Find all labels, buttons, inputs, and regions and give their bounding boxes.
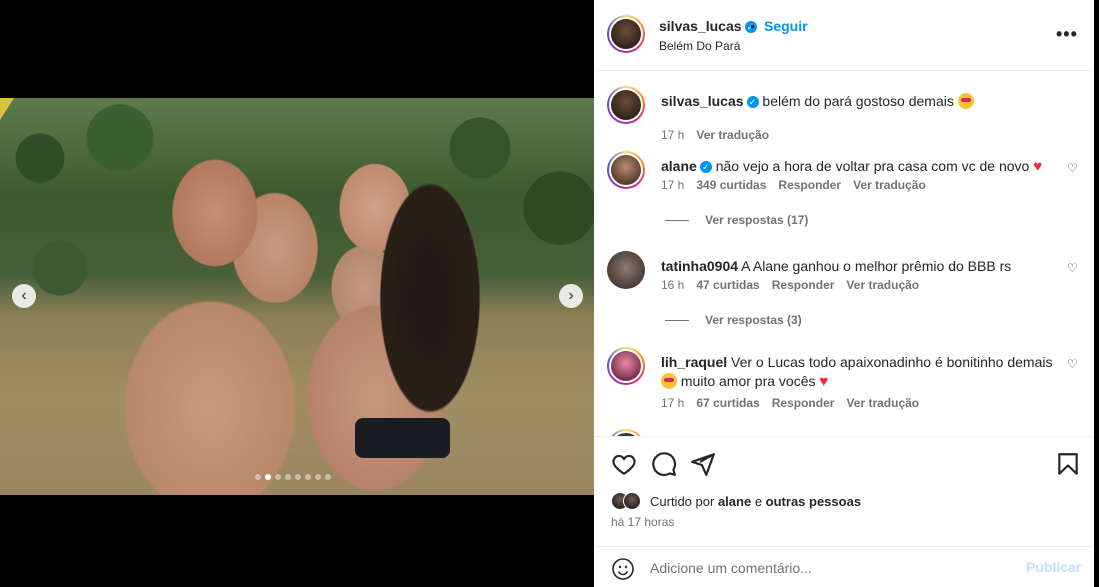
- post-time[interactable]: há 17 horas: [611, 515, 674, 529]
- translate-link[interactable]: Ver tradução: [853, 178, 926, 192]
- like-comment-heart-icon[interactable]: ♡: [1067, 357, 1078, 371]
- caption-username[interactable]: silvas_lucas ✓: [661, 93, 759, 109]
- carousel-dot: [255, 474, 261, 480]
- view-replies-button[interactable]: Ver respostas (3): [665, 313, 802, 327]
- carousel-dot: [325, 474, 331, 480]
- post-actions: Curtido por alane e outras pessoas há 17…: [594, 436, 1094, 546]
- next-commenter-avatar[interactable]: [607, 429, 645, 436]
- carousel-dot: [315, 474, 321, 480]
- caption-text: belém do pará gostoso demais: [762, 93, 954, 109]
- carousel-dot: [275, 474, 281, 480]
- reply-button[interactable]: Responder: [778, 178, 841, 192]
- comment-text-line2: muito amor pra vocês: [680, 373, 816, 389]
- comment-time[interactable]: 17 h: [661, 396, 684, 410]
- carousel-dot-active: [265, 474, 271, 480]
- like-comment-heart-icon[interactable]: ♡: [1067, 161, 1078, 175]
- more-options-icon[interactable]: •••: [1056, 24, 1078, 45]
- commenter-avatar[interactable]: [607, 151, 645, 189]
- reply-button[interactable]: Responder: [772, 396, 835, 410]
- carousel-dot: [285, 474, 291, 480]
- post-media: ‹ ›: [0, 0, 594, 587]
- comment-username[interactable]: lih_raquel: [661, 354, 727, 370]
- reply-button[interactable]: Responder: [772, 278, 835, 292]
- replies-line: [665, 219, 689, 221]
- caption-avatar[interactable]: [607, 86, 645, 124]
- comment-likes[interactable]: 67 curtidas: [696, 396, 759, 410]
- share-send-icon[interactable]: [690, 451, 716, 477]
- comment-input[interactable]: [650, 557, 1010, 579]
- heart-eyes-emoji-icon: [661, 373, 677, 389]
- right-edge: [1094, 0, 1099, 587]
- liked-by-user[interactable]: alane: [718, 494, 751, 509]
- carousel-prev-button[interactable]: ‹: [12, 284, 36, 308]
- comment-time[interactable]: 16 h: [661, 278, 684, 292]
- author-avatar[interactable]: [607, 15, 645, 53]
- emoji-smile-icon[interactable]: [611, 557, 635, 581]
- comment-text-line1: Ver o Lucas todo apaixonadinho é bonitin…: [731, 354, 1053, 370]
- post-header: silvas_lucas ✓ • Seguir Belém Do Pará •••: [594, 0, 1094, 71]
- comment-bubble-icon[interactable]: [651, 451, 677, 477]
- translate-link[interactable]: Ver tradução: [846, 278, 919, 292]
- comment-likes[interactable]: 349 curtidas: [696, 178, 766, 192]
- chevron-right-icon: ›: [568, 287, 574, 304]
- photo-bikini: [355, 418, 450, 458]
- comment-time[interactable]: 17 h: [661, 178, 684, 192]
- caption-time[interactable]: 17 h: [661, 128, 684, 142]
- carousel-next-button[interactable]: ›: [559, 284, 583, 308]
- post-side-panel: silvas_lucas ✓ • Seguir Belém Do Pará •••…: [594, 0, 1094, 587]
- comment-username[interactable]: tatinha0904: [661, 258, 738, 274]
- heart-eyes-emoji-icon: [957, 93, 974, 109]
- view-replies-label: Ver respostas (3): [705, 313, 802, 327]
- author-username[interactable]: silvas_lucas ✓: [659, 18, 757, 34]
- liked-by-text: Curtido por alane e outras pessoas: [650, 494, 862, 509]
- liked-by-others[interactable]: outras pessoas: [766, 494, 861, 509]
- add-comment-bar: Publicar: [594, 546, 1094, 587]
- carousel-dots: [255, 474, 331, 480]
- post-photo: [0, 98, 594, 495]
- follow-button[interactable]: Seguir: [764, 18, 808, 34]
- comment-text: A Alane ganhou o melhor prêmio do BBB rs: [741, 258, 1012, 274]
- post-location[interactable]: Belém Do Pará: [659, 39, 740, 53]
- comment-text: não vejo a hora de voltar pra casa com v…: [715, 158, 1030, 174]
- comment-username[interactable]: alane ✓: [661, 158, 712, 174]
- comment-likes[interactable]: 47 curtidas: [696, 278, 759, 292]
- commenter-avatar[interactable]: [607, 251, 645, 289]
- red-heart-emoji-icon: ♥: [819, 373, 829, 390]
- verified-badge-icon: ✓: [699, 161, 712, 174]
- carousel-dot: [295, 474, 301, 480]
- view-replies-label: Ver respostas (17): [705, 213, 809, 227]
- chevron-left-icon: ‹: [21, 287, 27, 304]
- translate-link[interactable]: Ver tradução: [696, 128, 769, 142]
- comments-list[interactable]: silvas_lucas ✓ belém do pará gostoso dema…: [594, 71, 1094, 436]
- translate-link[interactable]: Ver tradução: [846, 396, 919, 410]
- carousel-dot: [305, 474, 311, 480]
- separator-dot: •: [750, 18, 755, 34]
- like-heart-icon[interactable]: [611, 451, 637, 477]
- view-replies-button[interactable]: Ver respostas (17): [665, 213, 808, 227]
- liker-avatar[interactable]: [623, 492, 641, 510]
- replies-line: [665, 319, 689, 321]
- red-heart-emoji-icon: ♥: [1033, 158, 1043, 175]
- publish-button[interactable]: Publicar: [1026, 559, 1081, 575]
- verified-badge-icon: ✓: [746, 96, 759, 109]
- like-comment-heart-icon[interactable]: ♡: [1067, 261, 1078, 275]
- save-bookmark-icon[interactable]: [1055, 451, 1081, 477]
- commenter-avatar[interactable]: [607, 347, 645, 385]
